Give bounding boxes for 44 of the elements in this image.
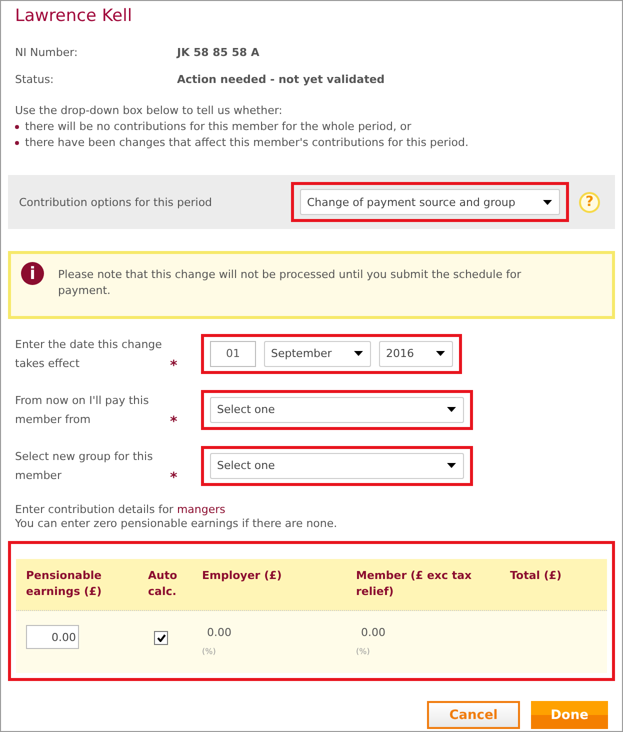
notice-text: Please note that this change will not be processed until you submit the schedule for payment. [58, 267, 522, 299]
required-mark: * [170, 470, 178, 484]
year-dropdown[interactable]: 2016 [379, 340, 453, 366]
caret-icon [447, 463, 456, 468]
bullet-text: there have been changes that affect this member's contributions for this period. [25, 135, 468, 151]
day-input[interactable]: 01 [210, 340, 256, 366]
detail-label: Status: [15, 73, 55, 86]
percent-label: (%) [356, 647, 370, 656]
auto-calc-checkbox[interactable] [154, 631, 168, 645]
earnings-input[interactable]: 0.00 [26, 625, 79, 649]
field-label: Select new group for this member [15, 448, 154, 484]
field-label: From now on I'll pay this member from [15, 392, 150, 428]
group-link[interactable]: mangers [176, 503, 226, 516]
contribution-hint: You can enter zero pensionable earnings if there are none. [15, 517, 338, 531]
member-name-title: Lawrence Kell [15, 5, 134, 27]
bullet-icon [15, 141, 19, 145]
info-icon: i [21, 262, 44, 285]
column-header: Pensionable earnings (£) [25, 568, 103, 600]
percent-label: (%) [202, 647, 216, 656]
caret-icon [543, 200, 552, 204]
caret-icon [447, 407, 456, 412]
date-label: Enter the date this change takes effect [15, 336, 163, 372]
column-header: Employer (£) [201, 568, 283, 584]
detail-label: NI Number: [15, 46, 79, 59]
select-dropdown[interactable]: Select one [210, 396, 464, 422]
member-amount: 0.00 [361, 625, 386, 641]
detail-value: Action needed - not yet validated [177, 73, 385, 86]
month-dropdown[interactable]: September [264, 340, 371, 366]
contribution-note: Enter contribution details for mangers [15, 503, 226, 517]
bullet-icon [15, 125, 19, 129]
required-mark: * [170, 414, 178, 428]
column-header: Total (£) [509, 568, 563, 584]
select-dropdown[interactable]: Select one [210, 452, 464, 478]
caret-icon [354, 351, 363, 356]
required-mark: * [170, 358, 178, 372]
instructions-text: Use the drop-down box below to tell us whether: [15, 103, 284, 119]
caret-icon [436, 351, 445, 356]
column-header: Member (£ exc tax relief) [355, 568, 473, 600]
employer-amount: 0.00 [207, 625, 232, 641]
options-label: Contribution options for this period [19, 196, 214, 208]
detail-value: JK 58 85 58 A [177, 46, 260, 59]
contribution-options-dropdown[interactable]: Change of payment source and group [300, 189, 560, 215]
column-header: Auto calc. [147, 568, 178, 600]
bullet-text: there will be no contributions for this member for the whole period, or [25, 119, 412, 135]
